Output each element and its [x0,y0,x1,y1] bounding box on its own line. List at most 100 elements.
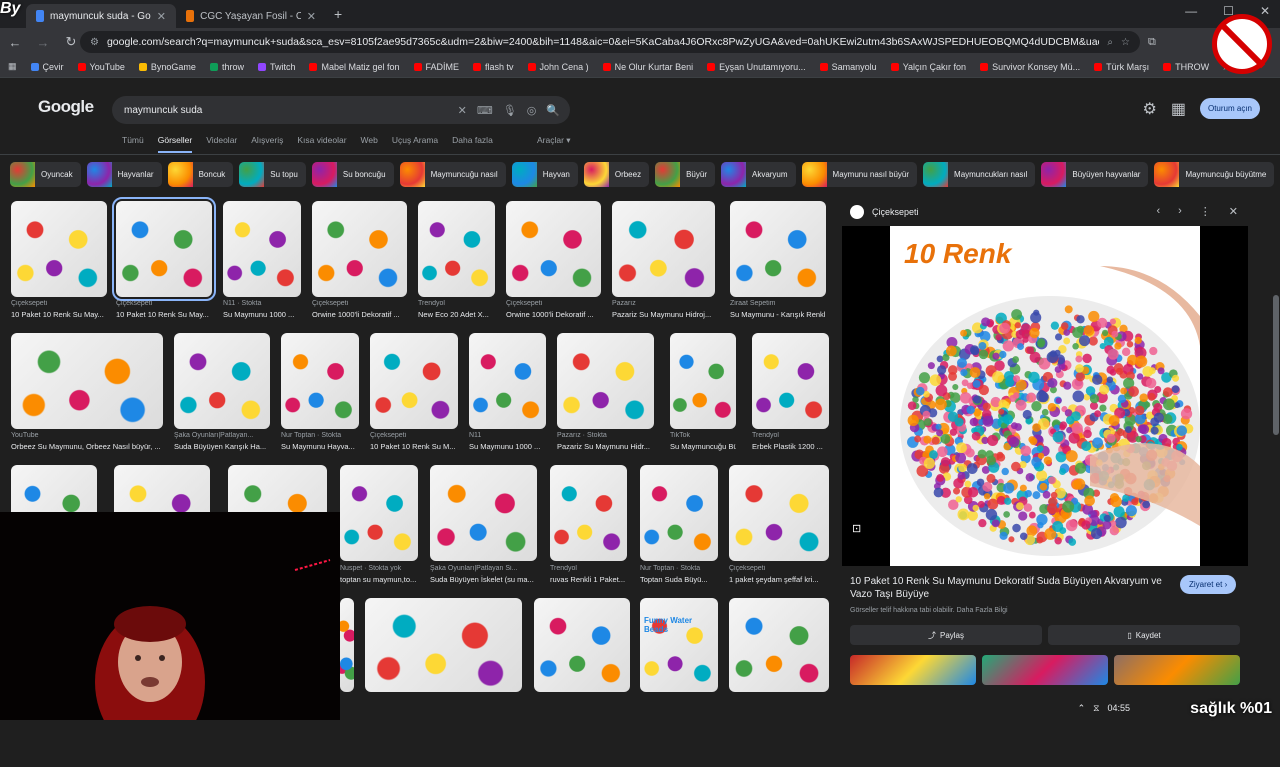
minimize-icon[interactable]: — [1185,4,1197,18]
image-title[interactable]: Su Maymunu - Karışık Renkli... [730,310,826,319]
filter-0[interactable]: Tümü [122,135,144,153]
filter-7[interactable]: Daha fazla [452,135,493,153]
image-result[interactable] [340,465,418,561]
image-title[interactable]: Pazariz Su Maymunu Hidroj... [612,310,715,319]
share-button[interactable]: ⤴Paylaş [850,625,1042,645]
image-title[interactable]: Erbek Plastik 1200 ... [752,442,829,451]
filter-6[interactable]: Uçuş Arama [392,135,438,153]
image-result[interactable] [281,333,359,429]
image-title[interactable]: toptan su maymun,to... [340,575,418,584]
image-source[interactable]: Trendyol [418,300,495,307]
chip-9[interactable]: Akvaryum [721,162,796,187]
bookmark-item[interactable]: Samanyolu [820,62,877,72]
save-button[interactable]: ▯Kaydet [1048,625,1240,645]
image-result[interactable] [640,465,718,561]
chip-11[interactable]: Maymuncukları nasıl [923,162,1035,187]
image-title[interactable]: Su Maymunu Hayva... [281,442,359,451]
close-tab-icon[interactable]: ✕ [157,10,166,23]
sign-in-button[interactable]: Oturum açın [1200,98,1260,119]
image-result[interactable] [729,465,829,561]
image-title[interactable]: 1 paket şeydam şeffaf kri... [729,575,829,584]
close-tab-icon[interactable]: ✕ [307,10,316,23]
image-result[interactable] [11,333,163,429]
tab-cgc[interactable]: CGC Yaşayan Fosil - Canlı Triops ✕ [176,4,326,28]
image-title[interactable]: Su Maymunu 1000 ... [469,442,546,451]
bookmark-item[interactable]: Survivor Konsey Mü... [980,62,1080,72]
bookmark-item[interactable]: THROW [1163,62,1209,72]
image-result[interactable] [670,333,736,429]
lens-icon[interactable]: ◎ [527,104,537,117]
tools-button[interactable]: Araçlar ▾ [537,135,571,146]
zoom-icon[interactable]: ⌕ [1107,37,1113,48]
url-bar[interactable]: ⚙ google.com/search?q=maymuncuk+suda&sca… [80,31,1140,53]
image-source[interactable]: Çiçeksepeti [312,300,407,307]
image-title[interactable]: 10 Paket 10 Renk Su May... [11,310,107,319]
chip-5[interactable]: Maymuncuğu nasıl [400,162,506,187]
forward-icon[interactable]: → [36,35,50,50]
search-icon[interactable]: 🔍 [546,104,560,117]
image-result[interactable] [469,333,546,429]
image-title[interactable]: Orbeez Su Maymunu, Orbeez Nasıl büyür, .… [11,442,163,451]
image-result[interactable] [730,201,826,297]
image-source[interactable]: Ziraat Sepetim [730,300,826,307]
image-title[interactable]: Suda Büyüyen Karışık Ha... [174,442,270,451]
image-title[interactable]: Su Maymuncuğu Bü... [670,442,736,451]
image-result[interactable] [312,201,407,297]
keyboard-icon[interactable]: ⌨ [477,104,493,117]
image-result[interactable] [174,333,270,429]
filter-1[interactable]: Görseller [158,135,192,153]
network-icon[interactable]: ⧖ [1093,703,1099,714]
image-source[interactable]: Çiçeksepeti [729,565,829,572]
image-result[interactable] [418,201,495,297]
image-result[interactable] [534,598,630,692]
image-source[interactable]: Çiçeksepeti [506,300,601,307]
tray-chevron-icon[interactable]: ⌃ [1078,703,1086,714]
image-result[interactable] [430,465,537,561]
site-info-icon[interactable]: ⚙ [90,37,99,48]
filter-5[interactable]: Web [361,135,378,153]
image-result[interactable] [752,333,829,429]
bookmark-item[interactable]: Yalçın Çakır fon [891,62,966,72]
image-source[interactable]: N11 · Stokta [223,300,301,307]
apps-icon[interactable]: ▦ [8,61,17,72]
next-icon[interactable]: › [1178,205,1182,218]
close-window-icon[interactable]: ✕ [1260,4,1270,18]
prev-icon[interactable]: ‹ [1156,205,1160,218]
bookmark-item[interactable]: YouTube [78,62,125,72]
tab-google-search[interactable]: maymuncuk suda - Google'da Ara ✕ [26,4,176,28]
reload-icon[interactable]: ↻ [64,34,78,50]
chip-2[interactable]: Boncuk [168,162,234,187]
preview-source[interactable]: Çiçeksepeti [850,205,919,219]
image-result[interactable] [506,201,601,297]
search-box[interactable]: maymuncuk suda ✕ ⌨ 🎙 ◎ 🔍 [112,96,570,124]
chip-4[interactable]: Su boncuğu [312,162,394,187]
more-options-icon[interactable]: ⋮ [1200,205,1211,218]
google-logo[interactable]: Google [38,97,94,117]
bookmark-item[interactable]: Türk Marşı [1094,62,1149,72]
image-source[interactable]: Nuspet · Stokta yok [340,565,418,572]
bookmark-item[interactable]: BynoGame [139,62,196,72]
image-result[interactable]: Funny Water Beads [640,598,718,692]
image-title[interactable]: New Eco 20 Adet X... [418,310,495,319]
image-source[interactable]: Nur Toptan · Stokta [281,432,359,439]
bookmark-item[interactable]: Twitch [258,62,296,72]
bookmark-item[interactable]: Çevir [31,62,64,72]
image-result[interactable] [223,201,301,297]
related-thumb[interactable] [982,655,1108,685]
image-title[interactable]: 10 Paket 10 Renk Su May... [116,310,212,319]
related-thumb[interactable] [1114,655,1240,685]
chip-12[interactable]: Büyüyen hayvanlar [1041,162,1148,187]
bookmark-item[interactable]: FADİME [414,62,460,72]
bookmark-item[interactable]: throw [210,62,244,72]
image-result[interactable] [370,333,458,429]
image-result[interactable] [729,598,829,692]
chip-3[interactable]: Su topu [239,162,306,187]
image-source[interactable]: Çiçeksepeti [370,432,458,439]
preview-image[interactable]: 10 Renk [890,226,1200,566]
chip-6[interactable]: Hayvan [512,162,578,187]
clear-icon[interactable]: ✕ [458,104,467,117]
image-source[interactable]: N11 [469,432,546,439]
star-icon[interactable]: ☆ [1121,37,1130,48]
image-result[interactable] [11,201,107,297]
bookmark-item[interactable]: Mabel Matiz gel fon [309,62,399,72]
